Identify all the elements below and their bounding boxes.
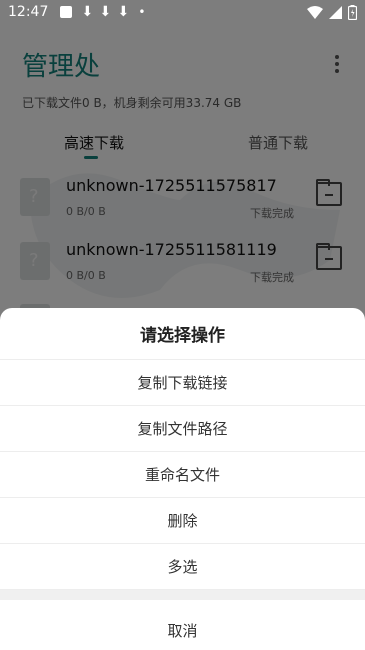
action-bottom-sheet: 请选择操作 复制下载链接 复制文件路径 重命名文件 删除 多选 取消	[0, 308, 365, 650]
delete-button[interactable]: 删除	[0, 498, 365, 544]
copy-download-link-button[interactable]: 复制下载链接	[0, 360, 365, 406]
multi-select-button[interactable]: 多选	[0, 544, 365, 590]
sheet-title: 请选择操作	[0, 308, 365, 360]
cancel-button[interactable]: 取消	[0, 600, 365, 650]
rename-file-button[interactable]: 重命名文件	[0, 452, 365, 498]
notification-square-icon	[60, 6, 73, 18]
status-bar: 12:47 ⬇ ⬇ ⬇ •	[0, 0, 365, 24]
divider	[0, 590, 365, 600]
download-icon: ⬇	[117, 4, 130, 20]
cellular-icon	[329, 5, 342, 19]
battery-icon	[348, 4, 357, 20]
download-icon: ⬇	[99, 4, 112, 20]
copy-file-path-button[interactable]: 复制文件路径	[0, 406, 365, 452]
download-icon: ⬇	[81, 4, 94, 20]
dot-icon: •	[138, 5, 146, 19]
clock: 12:47	[8, 4, 49, 20]
wifi-icon	[307, 5, 323, 19]
